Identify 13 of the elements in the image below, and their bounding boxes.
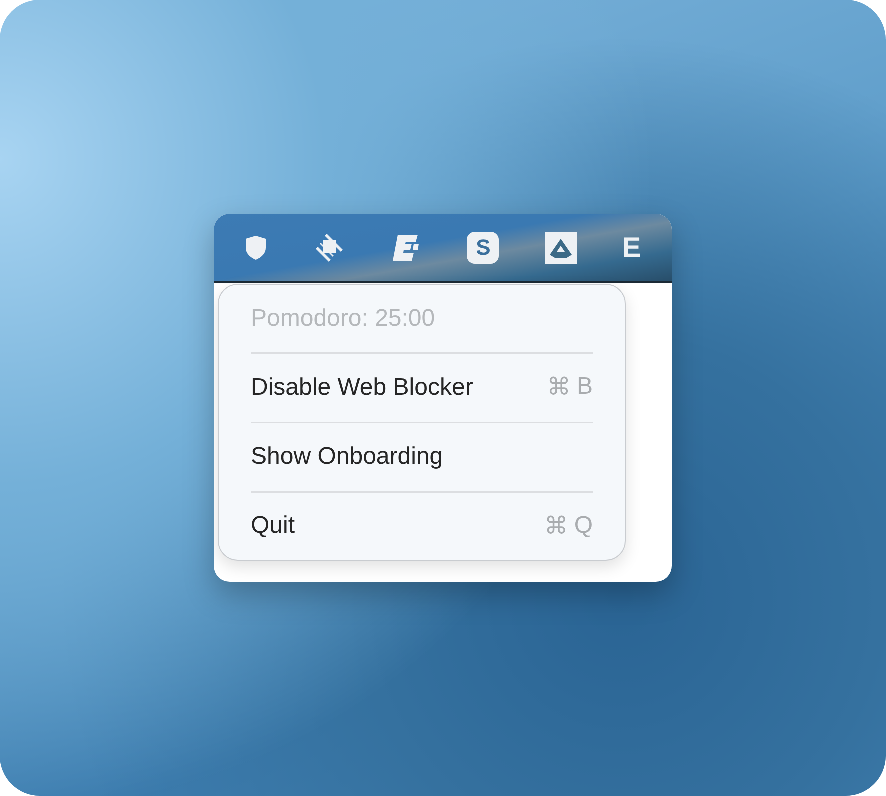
menu-item[interactable]: Quit ⌘ Q [251,492,593,560]
menu-item[interactable]: Show Onboarding [251,423,593,491]
keyboard-shortcut: ⌘ Q [544,512,593,541]
menu-item[interactable]: Disable Web Blocker ⌘ B [251,354,593,422]
keyboard-shortcut: ⌘ B [546,373,593,402]
app-badge-icon[interactable]: S [467,232,500,264]
app-letter-icon[interactable]: E [622,232,642,264]
menu-item-label: Pomodoro: 25:00 [251,304,436,333]
menu-item-label: Show Onboarding [251,443,444,472]
blocks-logo-icon[interactable] [392,232,422,262]
menu-item-label: Quit [251,512,296,540]
shield-icon[interactable] [244,234,267,260]
menu-item-label: Disable Web Blocker [251,374,474,402]
